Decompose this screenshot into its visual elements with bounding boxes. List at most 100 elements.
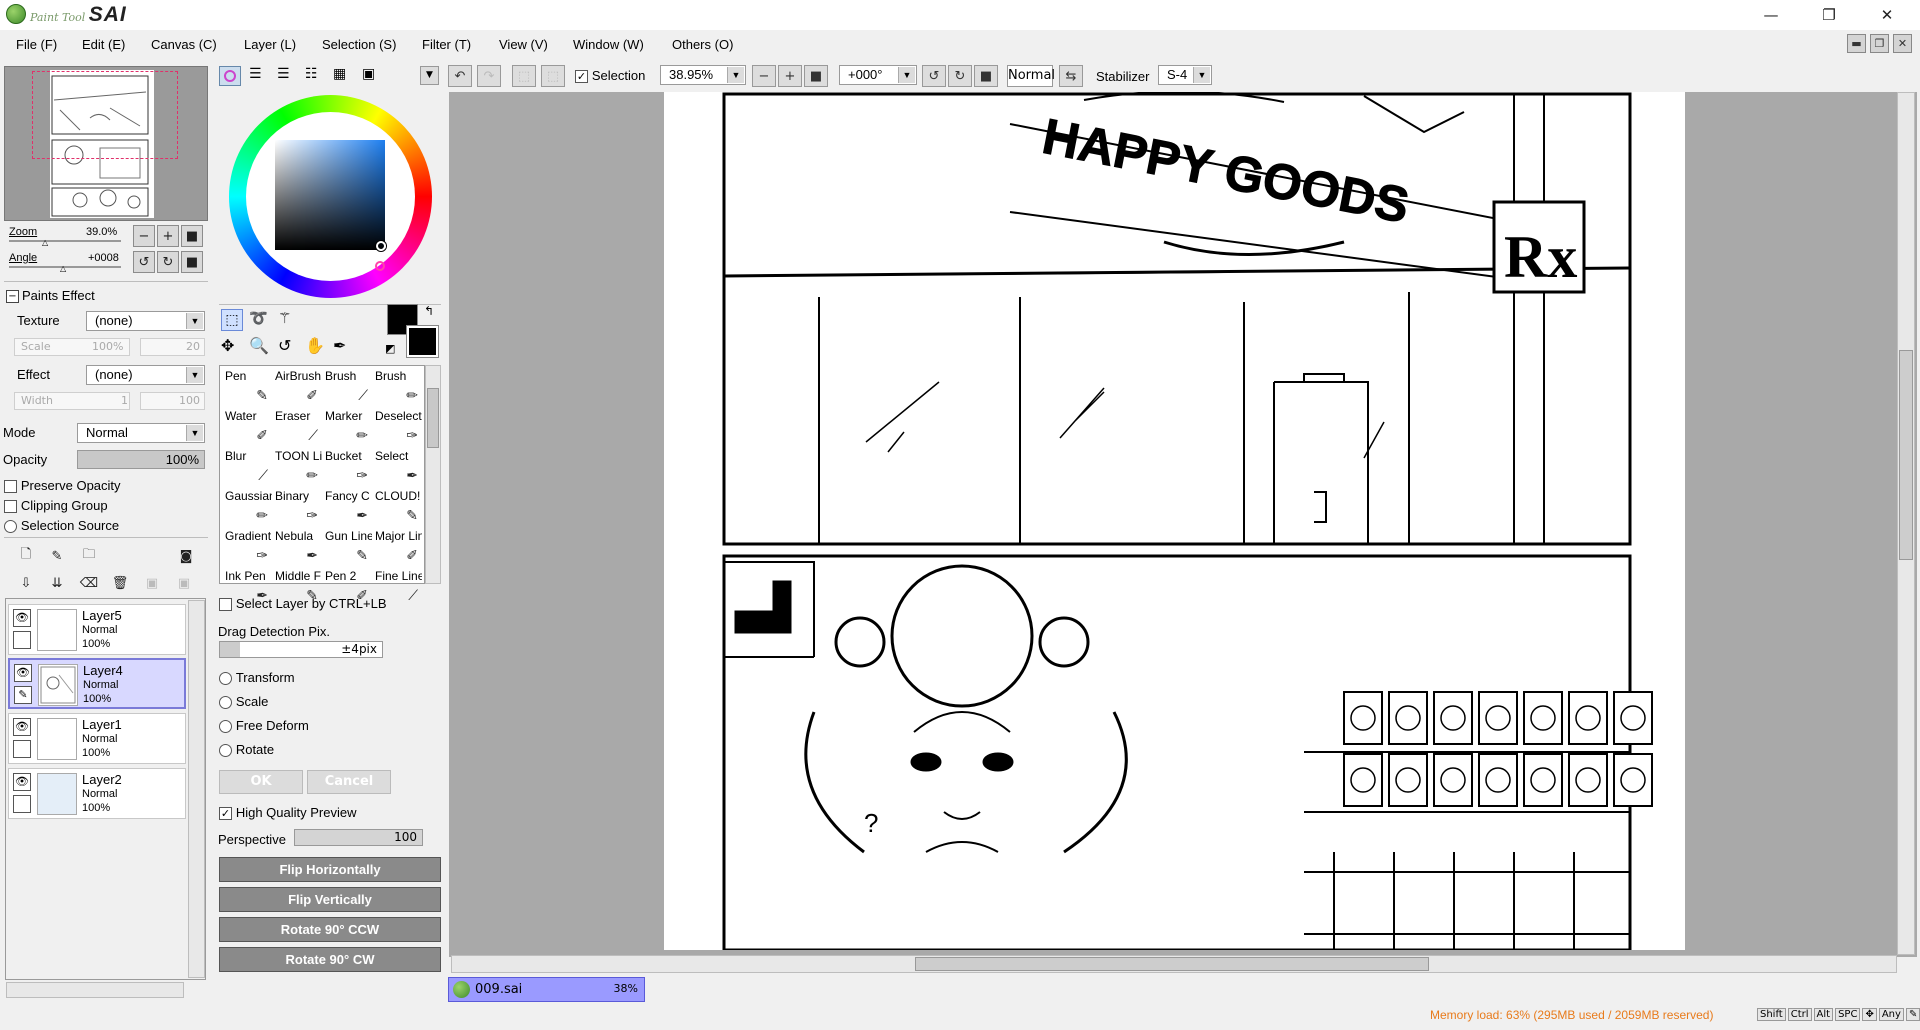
menu-edit[interactable]: Edit (E)	[82, 37, 125, 52]
toolbar-zoom-out-icon[interactable]: −	[752, 65, 776, 87]
tool-slot[interactable]: Gun Lines ✎	[322, 527, 372, 567]
rotate-left-button[interactable]: ↺	[133, 251, 155, 273]
move-icon[interactable]: ✥	[221, 336, 234, 355]
menu-layer[interactable]: Layer (L)	[244, 37, 296, 52]
zoom-in-button[interactable]: +	[157, 225, 179, 247]
tool-slot[interactable]: Gradient ✑	[222, 527, 272, 567]
rgb-slider-tab[interactable]: ☰	[249, 66, 262, 82]
tool-slot[interactable]: Nebula ✒	[272, 527, 322, 567]
rotate-cw-button[interactable]: Rotate 90° CW	[219, 947, 441, 972]
swatch-tab[interactable]: ☷	[305, 66, 318, 82]
tool-slot[interactable]: Fancy C ✒	[322, 487, 372, 527]
redo-icon[interactable]: ↷	[477, 65, 501, 87]
merge-down-icon[interactable]: ⇊	[46, 572, 68, 594]
select-layer-checkbox[interactable]	[219, 598, 232, 611]
document-tab[interactable]: 009.sai 38%	[448, 977, 645, 1002]
eyedropper-icon[interactable]: ✒	[333, 336, 346, 355]
mdi-minimize-button[interactable]: ▬	[1847, 34, 1866, 53]
zoom-slider[interactable]	[9, 240, 121, 242]
eye-icon[interactable]: 👁	[13, 609, 31, 627]
deselect-icon[interactable]: ⬚	[512, 65, 536, 87]
rotate-radio[interactable]	[219, 744, 232, 757]
layer-row[interactable]: 👁 Layer2 Normal 100%	[8, 768, 186, 819]
tool-slot[interactable]: Bucket ✑	[322, 447, 372, 487]
angle-combo[interactable]: +000° ▼	[839, 65, 917, 85]
clipping-group-row[interactable]: Clipping Group	[4, 498, 108, 513]
zoom-slider-thumb[interactable]: △	[42, 238, 48, 247]
tool-grid[interactable]: Pen ✎ AirBrush ✐ Brush ⟋ Brush ✏ Water ✐ Eraser ⟋ Ma…	[219, 365, 425, 603]
ok-button[interactable]: OK	[219, 770, 303, 794]
swap-colors-icon[interactable]: ↰	[424, 304, 434, 318]
toolbar-zoom-reset-icon[interactable]: ■	[804, 65, 828, 87]
canvas-vscroll-thumb[interactable]	[1899, 350, 1913, 560]
tool-slot[interactable]: Brush ✏	[372, 367, 422, 407]
tool-slot[interactable]: Deselect ✑	[372, 407, 422, 447]
reset-colors-icon[interactable]: ◩	[385, 342, 395, 355]
restore-button[interactable]: ❐	[1800, 0, 1858, 30]
menu-filter[interactable]: Filter (T)	[422, 37, 471, 52]
high-quality-row[interactable]: ✓ High Quality Preview	[219, 805, 356, 820]
color-picker-cursor[interactable]	[376, 241, 386, 251]
zoom-combo[interactable]: 38.95% ▼	[660, 65, 746, 85]
tool-grid-scroll-thumb[interactable]	[427, 388, 439, 448]
collapse-icon[interactable]: −	[6, 290, 19, 303]
new-linework-layer-icon[interactable]: ✎	[46, 545, 68, 567]
undo-icon[interactable]: ↶	[448, 65, 472, 87]
rotate-ccw-button[interactable]: Rotate 90° CCW	[219, 917, 441, 942]
new-folder-icon[interactable]: 🗀	[78, 545, 100, 567]
hsv-slider-tab[interactable]: ☰	[277, 66, 290, 82]
eye-icon[interactable]: 👁	[14, 664, 32, 682]
transfer-down-icon[interactable]: ⇩	[15, 572, 37, 594]
mode-select[interactable]: Normal ▼	[77, 423, 205, 443]
layer-lock-toggle[interactable]	[13, 631, 31, 649]
tool-slot[interactable]: CLOUD! ✎	[372, 487, 422, 527]
tool-slot[interactable]: Brush ⟋	[322, 367, 372, 407]
selection-toggle[interactable]: ✓ Selection	[575, 68, 645, 83]
tool-slot[interactable]: Blur ⟋	[222, 447, 272, 487]
texture-select[interactable]: (none) ▼	[86, 311, 205, 331]
mixer-tab[interactable]: ▣	[362, 66, 375, 82]
layer-mask-icon[interactable]: ◙	[175, 545, 197, 567]
tool-slot[interactable]: Gaussian ✏	[222, 487, 272, 527]
menu-view[interactable]: View (V)	[499, 37, 548, 52]
perspective-slider[interactable]: 100	[294, 829, 423, 846]
transform-radio[interactable]	[219, 672, 232, 685]
toolbar-rotate-left-icon[interactable]: ↺	[922, 65, 946, 87]
blend-mode-field[interactable]: Normal	[1007, 65, 1055, 87]
cancel-button[interactable]: Cancel	[307, 770, 391, 794]
menu-file[interactable]: File (F)	[16, 37, 57, 52]
layer-list-hscrollbar[interactable]	[6, 982, 184, 998]
rotate-tool-icon[interactable]: ↺	[278, 336, 291, 355]
lasso-icon[interactable]: ➰	[249, 309, 268, 327]
clipping-group-checkbox[interactable]	[4, 500, 17, 513]
canvas-hscroll-thumb[interactable]	[915, 957, 1429, 971]
rect-select-icon[interactable]: ⬚	[221, 309, 243, 331]
rotate-right-button[interactable]: ↻	[157, 251, 179, 273]
rotate-reset-button[interactable]: ■	[181, 251, 203, 273]
zoom-out-button[interactable]: −	[133, 225, 155, 247]
flip-horizontally-button[interactable]: Flip Horizontally	[219, 857, 441, 882]
eye-icon[interactable]: 👁	[13, 718, 31, 736]
delete-layer-icon[interactable]: 🗑	[109, 572, 131, 594]
hand-icon[interactable]: ✋	[305, 336, 325, 355]
layer-row[interactable]: 👁 Layer5 Normal 100%	[8, 604, 186, 655]
hue-cursor[interactable]	[375, 261, 385, 271]
invert-selection-icon[interactable]: ⬚	[541, 65, 565, 87]
zoom-tool-icon[interactable]: 🔍	[249, 336, 269, 355]
preserve-opacity-row[interactable]: Preserve Opacity	[4, 478, 121, 493]
eye-icon[interactable]: 👁	[13, 773, 31, 791]
pen-icon[interactable]: ✎	[14, 686, 32, 704]
scale-row[interactable]: Scale	[219, 694, 268, 709]
close-button[interactable]: ✕	[1858, 0, 1916, 30]
canvas-page[interactable]: HAPPY GOODS Rx ?	[664, 90, 1685, 952]
tool-slot[interactable]: Eraser ⟋	[272, 407, 322, 447]
layer-row-selected[interactable]: 👁 ✎ Layer4 Normal 100%	[8, 658, 186, 709]
color-sv-square[interactable]	[275, 140, 385, 250]
toolbar-rotate-reset-icon[interactable]: ■	[974, 65, 998, 87]
toolbar-rotate-right-icon[interactable]: ↻	[948, 65, 972, 87]
selection-checkbox[interactable]: ✓	[575, 70, 588, 83]
new-layer-icon[interactable]: 🗋	[15, 545, 37, 567]
tool-slot[interactable]: Pen ✎	[222, 367, 272, 407]
tool-slot[interactable]: Binary ✑	[272, 487, 322, 527]
preserve-opacity-checkbox[interactable]	[4, 480, 17, 493]
